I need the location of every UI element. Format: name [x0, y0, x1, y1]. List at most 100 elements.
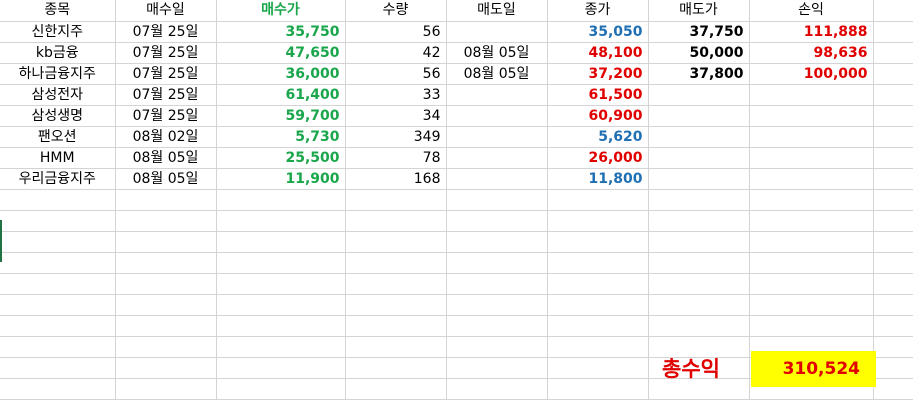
cell-name[interactable]: 삼성전자: [0, 84, 116, 106]
cell-sell-date[interactable]: [446, 84, 548, 106]
cell-buy-date[interactable]: 08월 05일: [115, 147, 217, 169]
empty-cell[interactable]: [115, 378, 217, 400]
empty-cell[interactable]: [115, 210, 217, 232]
empty-cell[interactable]: [216, 336, 346, 358]
empty-cell[interactable]: [749, 252, 874, 274]
cell-sell-date[interactable]: [446, 105, 548, 127]
cell-qty[interactable]: 349: [345, 126, 447, 148]
header-buy-price[interactable]: 매수가: [216, 0, 346, 22]
cell-sell-price[interactable]: 50,000: [648, 42, 750, 64]
empty-cell[interactable]: [547, 294, 649, 316]
empty-cell[interactable]: [873, 378, 913, 400]
cell-buy-date[interactable]: 08월 02일: [115, 126, 217, 148]
cell-extra[interactable]: [873, 84, 913, 106]
cell-name[interactable]: 우리금융지주: [0, 168, 116, 190]
empty-cell[interactable]: [873, 252, 913, 274]
empty-cell[interactable]: [345, 252, 447, 274]
cell-qty[interactable]: 34: [345, 105, 447, 127]
cell-sell-price[interactable]: 37,800: [648, 63, 750, 85]
empty-cell[interactable]: [749, 315, 874, 337]
cell-pnl[interactable]: [749, 126, 874, 148]
cell-extra[interactable]: [873, 21, 913, 43]
cell-name[interactable]: kb금융: [0, 42, 116, 64]
empty-cell[interactable]: [547, 336, 649, 358]
empty-cell[interactable]: [345, 315, 447, 337]
cell-name[interactable]: 신한지주: [0, 21, 116, 43]
empty-cell[interactable]: [446, 189, 548, 211]
empty-cell[interactable]: [749, 231, 874, 253]
empty-cell[interactable]: [648, 252, 750, 274]
cell-sell-date[interactable]: [446, 21, 548, 43]
cell-pnl[interactable]: 98,636: [749, 42, 874, 64]
cell-buy-price[interactable]: 25,500: [216, 147, 346, 169]
cell-close[interactable]: 60,900: [547, 105, 649, 127]
empty-cell[interactable]: [873, 294, 913, 316]
empty-cell[interactable]: [216, 189, 346, 211]
empty-cell[interactable]: [0, 378, 116, 400]
empty-cell[interactable]: [115, 357, 217, 379]
cell-buy-date[interactable]: 07월 25일: [115, 42, 217, 64]
cell-sell-date[interactable]: [446, 168, 548, 190]
empty-cell[interactable]: [648, 273, 750, 295]
empty-cell[interactable]: [216, 231, 346, 253]
empty-cell[interactable]: [216, 294, 346, 316]
header-sell-price[interactable]: 매도가: [648, 0, 750, 22]
cell-close[interactable]: 5,620: [547, 126, 649, 148]
cell-buy-price[interactable]: 59,700: [216, 105, 346, 127]
empty-cell[interactable]: [873, 336, 913, 358]
cell-buy-date[interactable]: 07월 25일: [115, 63, 217, 85]
empty-cell[interactable]: [446, 294, 548, 316]
empty-cell[interactable]: [749, 273, 874, 295]
cell-pnl[interactable]: [749, 105, 874, 127]
empty-cell[interactable]: [0, 273, 116, 295]
cell-extra[interactable]: [873, 105, 913, 127]
empty-cell[interactable]: [547, 189, 649, 211]
empty-cell[interactable]: [0, 336, 116, 358]
empty-cell[interactable]: [648, 189, 750, 211]
empty-cell[interactable]: [873, 273, 913, 295]
header-pnl[interactable]: 손익: [749, 0, 874, 22]
empty-cell[interactable]: [873, 231, 913, 253]
empty-cell[interactable]: [216, 273, 346, 295]
empty-cell[interactable]: [345, 294, 447, 316]
cell-qty[interactable]: 56: [345, 21, 447, 43]
empty-cell[interactable]: [115, 294, 217, 316]
empty-cell[interactable]: [115, 189, 217, 211]
cell-buy-date[interactable]: 07월 25일: [115, 105, 217, 127]
header-sell-date[interactable]: 매도일: [446, 0, 548, 22]
empty-cell[interactable]: [547, 378, 649, 400]
empty-cell[interactable]: [749, 210, 874, 232]
empty-cell[interactable]: [873, 357, 913, 379]
header-name[interactable]: 종목: [0, 0, 116, 22]
empty-cell[interactable]: [0, 294, 116, 316]
empty-cell[interactable]: [446, 231, 548, 253]
empty-cell[interactable]: [115, 273, 217, 295]
cell-pnl[interactable]: [749, 84, 874, 106]
empty-cell[interactable]: [648, 294, 750, 316]
empty-cell[interactable]: [345, 210, 447, 232]
cell-sell-price[interactable]: [648, 126, 750, 148]
empty-cell[interactable]: [345, 378, 447, 400]
cell-extra[interactable]: [873, 63, 913, 85]
empty-cell[interactable]: [749, 294, 874, 316]
cell-pnl[interactable]: [749, 147, 874, 169]
cell-sell-date[interactable]: [446, 147, 548, 169]
cell-close[interactable]: 48,100: [547, 42, 649, 64]
cell-name[interactable]: HMM: [0, 147, 116, 169]
cell-buy-price[interactable]: 47,650: [216, 42, 346, 64]
cell-buy-date[interactable]: 07월 25일: [115, 84, 217, 106]
empty-cell[interactable]: [345, 231, 447, 253]
total-profit-value[interactable]: 310,524: [751, 351, 876, 387]
empty-cell[interactable]: [446, 315, 548, 337]
cell-extra[interactable]: [873, 126, 913, 148]
cell-sell-price[interactable]: [648, 147, 750, 169]
empty-cell[interactable]: [0, 357, 116, 379]
empty-cell[interactable]: [345, 273, 447, 295]
empty-cell[interactable]: [345, 357, 447, 379]
cell-name[interactable]: 팬오션: [0, 126, 116, 148]
empty-cell[interactable]: [345, 189, 447, 211]
empty-cell[interactable]: [0, 210, 116, 232]
empty-cell[interactable]: [216, 252, 346, 274]
cell-sell-price[interactable]: [648, 105, 750, 127]
empty-cell[interactable]: [547, 252, 649, 274]
